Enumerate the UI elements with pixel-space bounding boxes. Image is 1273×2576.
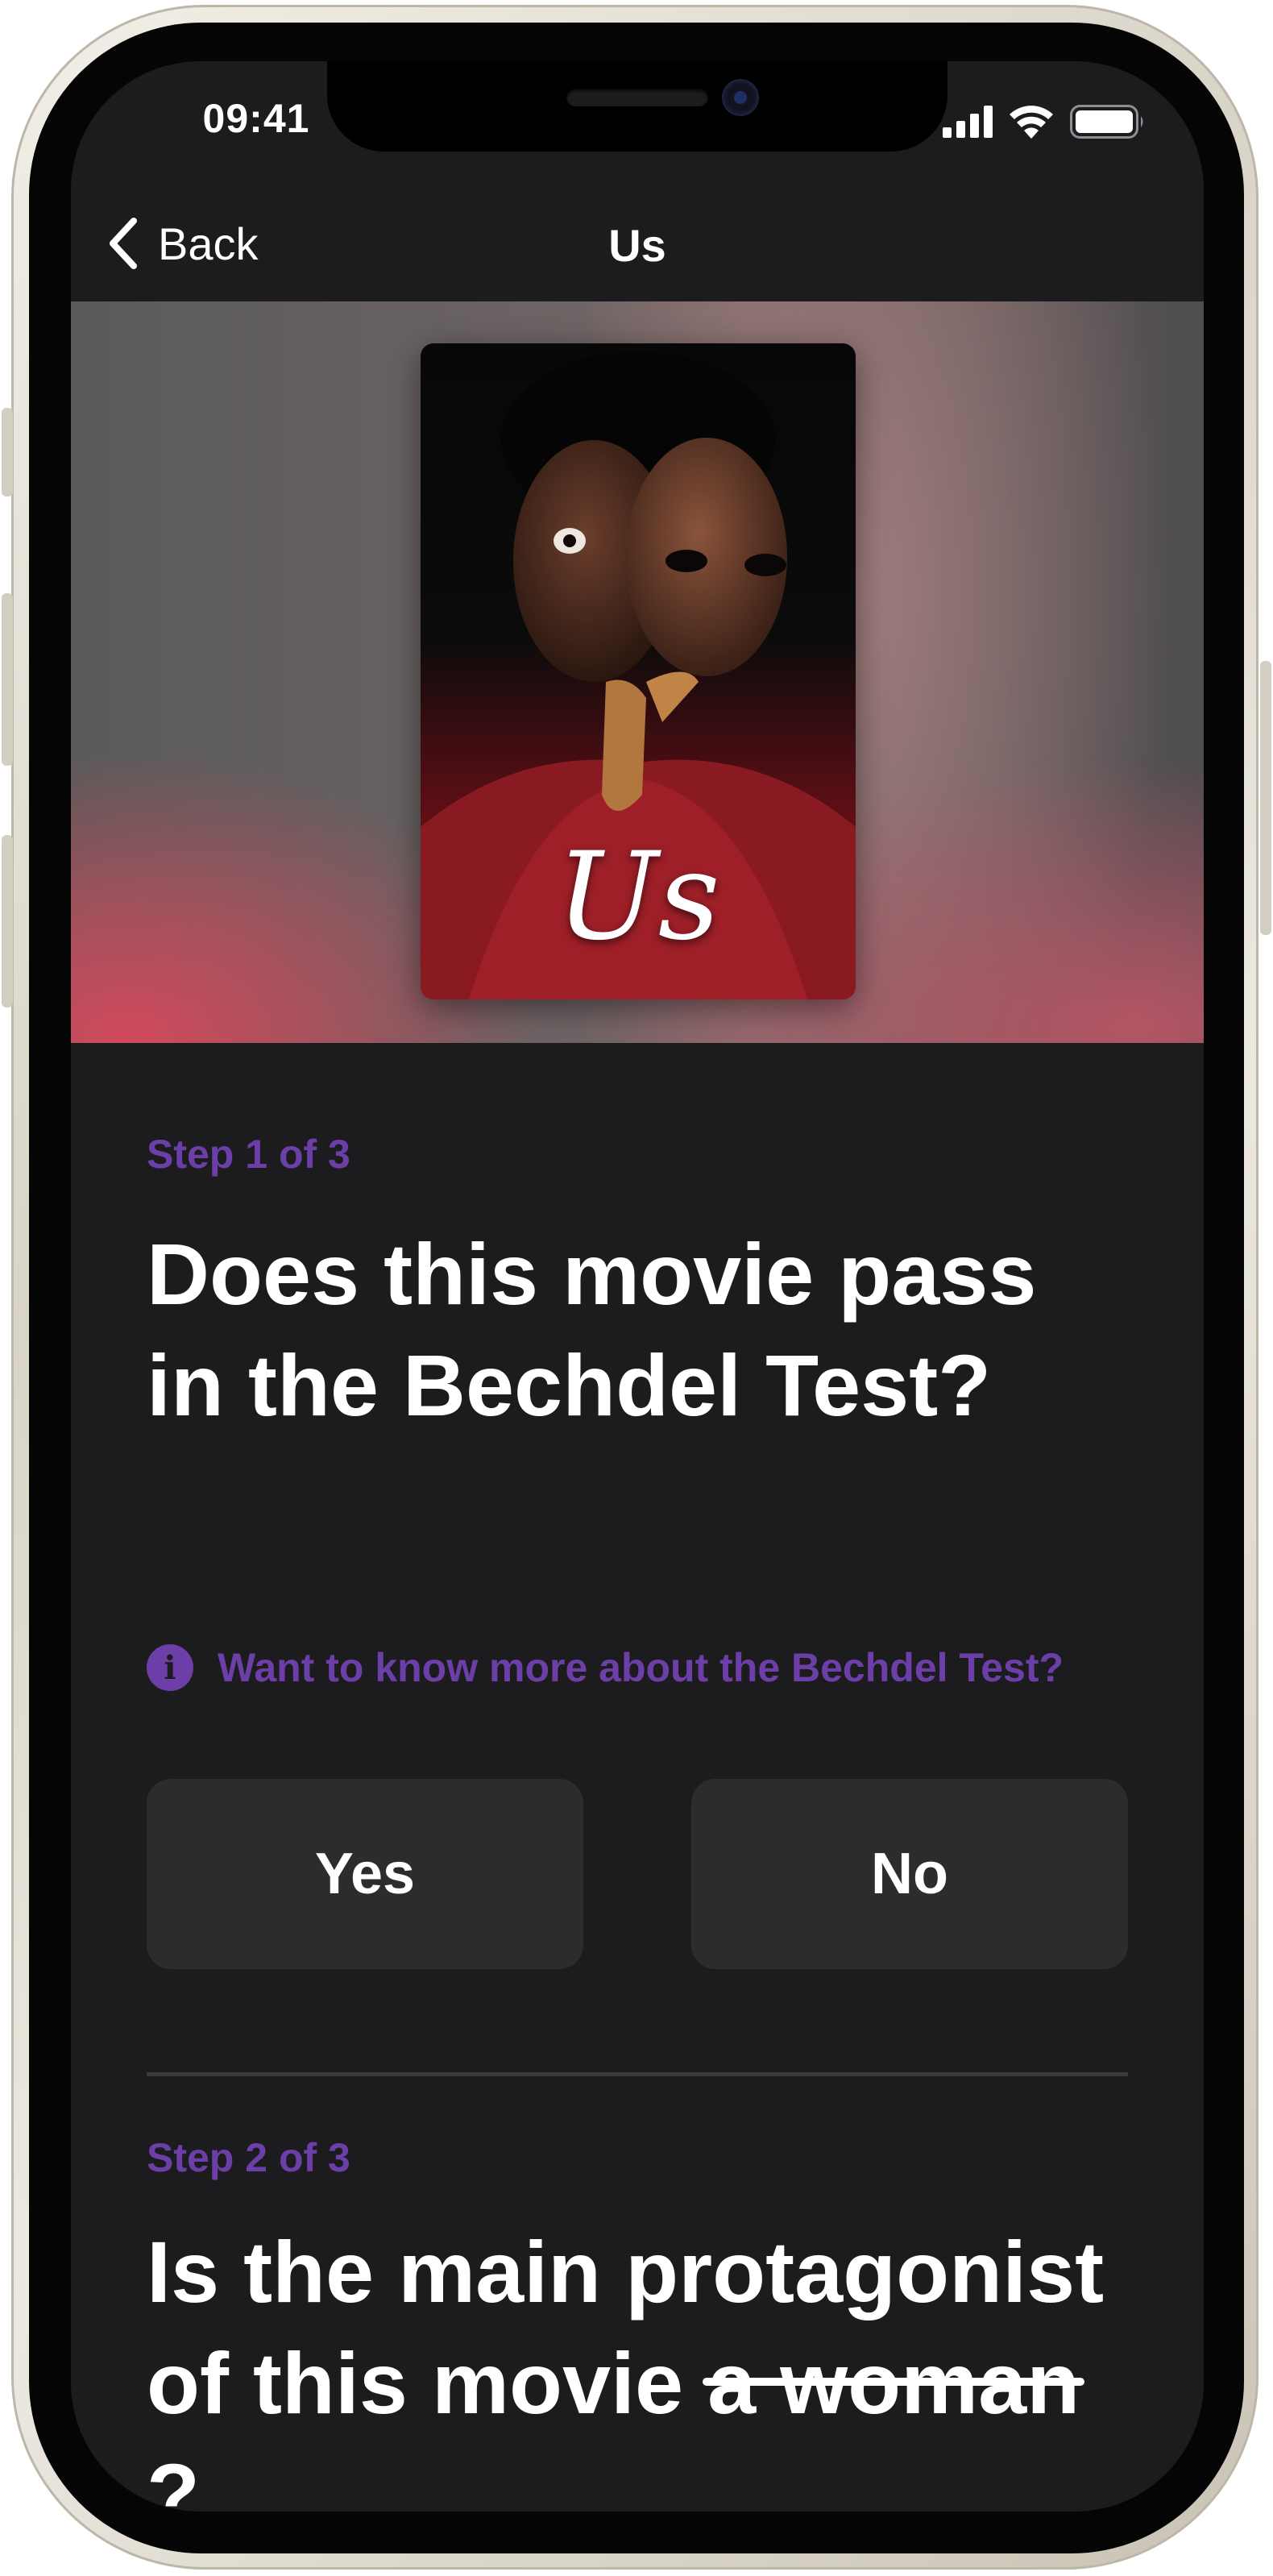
front-camera <box>722 79 759 116</box>
answer-buttons: Yes No <box>147 1779 1128 1969</box>
info-icon: i <box>147 1644 193 1691</box>
navigation-bar: Back Us <box>71 174 1204 301</box>
status-icons <box>943 105 1146 143</box>
cellular-signal-icon <box>943 106 993 142</box>
power-button <box>1260 661 1271 935</box>
bechdel-info-link[interactable]: i Want to know more about the Bechdel Te… <box>147 1644 1064 1691</box>
nav-title: Us <box>608 220 666 271</box>
silent-switch <box>2 835 13 1008</box>
movie-poster: Us <box>421 343 856 999</box>
section-divider <box>147 2072 1128 2076</box>
no-button[interactable]: No <box>691 1779 1128 1969</box>
poster-title: Us <box>556 827 720 967</box>
step-2-question-struck: a woman <box>703 2328 1085 2439</box>
step-2-question-end: ? <box>147 2445 200 2512</box>
earpiece-speaker <box>566 89 708 106</box>
battery-icon <box>1070 105 1146 143</box>
step-2-label: Step 2 of 3 <box>147 2135 350 2180</box>
phone-screen: 09:41 Back Us Us Step 1 of 3 Does this m… <box>71 61 1204 2512</box>
movie-hero: Us <box>71 301 1204 1043</box>
step-2-question: Is the main protagonist of this movie a … <box>147 2217 1113 2512</box>
wifi-icon <box>1009 105 1054 143</box>
notch <box>327 61 947 152</box>
step-1-label: Step 1 of 3 <box>147 1132 350 1177</box>
info-link-label: Want to know more about the Bechdel Test… <box>218 1645 1064 1690</box>
step-1-question: Does this movie pass in the Bechdel Test… <box>147 1225 1037 1434</box>
volume-up-button <box>2 408 13 497</box>
volume-down-button <box>2 593 13 766</box>
yes-button[interactable]: Yes <box>147 1779 583 1969</box>
status-time: 09:41 <box>202 96 310 141</box>
